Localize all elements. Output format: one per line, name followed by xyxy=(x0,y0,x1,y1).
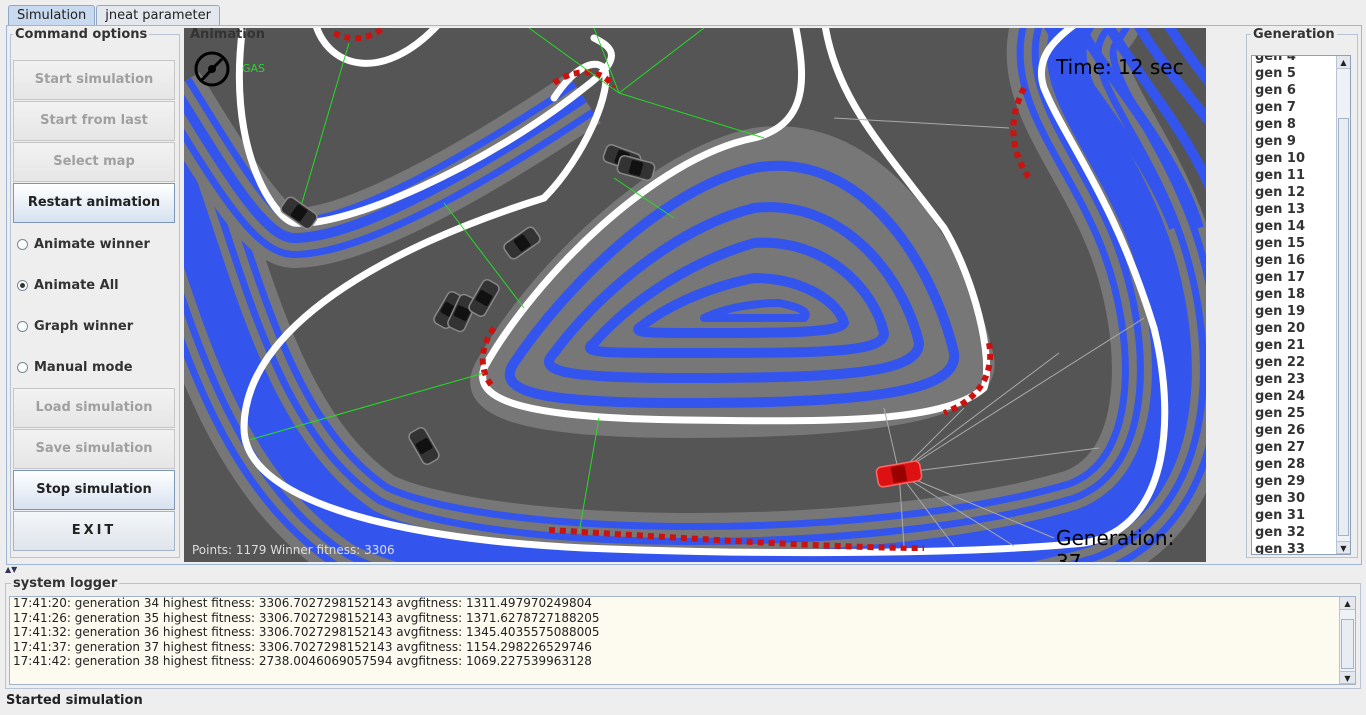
race-track xyxy=(184,28,1206,562)
animate-winner-label: Animate winner xyxy=(34,236,150,252)
sensor-line-winner xyxy=(898,447,1100,474)
radio-indicator xyxy=(17,238,28,250)
manual-mode-radio[interactable]: Manual mode xyxy=(17,358,133,376)
generation-scrollbar[interactable]: ▲ ▼ xyxy=(1336,56,1350,554)
log-line: 17:41:42: generation 38 highest fitness:… xyxy=(13,654,592,668)
select-map-button[interactable]: Select map xyxy=(13,142,175,182)
animation-canvas[interactable]: GAS Time: 12 sec Generation: 37 Points: … xyxy=(184,28,1206,562)
exit-button[interactable]: EXIT xyxy=(13,511,175,551)
generation-display: Generation: 37 xyxy=(1056,526,1175,562)
scroll-down-icon[interactable]: ▼ xyxy=(1340,671,1355,684)
points-display: Points: 1179 Winner fitness: 3306 xyxy=(192,543,395,557)
steering-wheel-icon xyxy=(194,51,230,87)
animation-title: Animation xyxy=(190,27,265,42)
log-text-area[interactable]: 17:41:20: generation 34 highest fitness:… xyxy=(9,596,1356,685)
save-simulation-button[interactable]: Save simulation xyxy=(13,429,175,469)
command-options-title: Command options xyxy=(13,27,150,42)
logger-title: system logger xyxy=(11,576,120,591)
scroll-thumb[interactable] xyxy=(1338,118,1349,536)
start-from-last-button[interactable]: Start from last xyxy=(13,101,175,141)
sensor-line-winner xyxy=(833,117,1010,129)
scroll-up-icon[interactable]: ▲ xyxy=(1337,56,1350,69)
log-line: 17:41:37: generation 37 highest fitness:… xyxy=(13,639,592,654)
car xyxy=(616,155,656,181)
log-lines: 17:41:20: generation 34 highest fitness:… xyxy=(10,596,1355,669)
curb-top-left xyxy=(332,28,388,42)
scroll-down-icon[interactable]: ▼ xyxy=(1337,541,1350,554)
start-simulation-button[interactable]: Start simulation xyxy=(13,60,175,100)
tab-simulation[interactable]: Simulation xyxy=(8,5,96,25)
sensor-line xyxy=(618,92,765,139)
stop-simulation-button[interactable]: Stop simulation xyxy=(13,470,175,510)
log-line: 17:41:26: generation 35 highest fitness:… xyxy=(13,610,600,625)
graph-winner-radio[interactable]: Graph winner xyxy=(17,317,133,335)
car xyxy=(503,226,541,260)
radio-indicator xyxy=(17,361,28,373)
radio-indicator xyxy=(17,279,28,291)
time-display: Time: 12 sec xyxy=(1056,55,1184,79)
restart-animation-button[interactable]: Restart animation xyxy=(13,183,175,223)
car xyxy=(408,426,440,466)
animate-all-radio[interactable]: Animate All xyxy=(17,276,119,294)
log-line: 17:41:20: generation 34 highest fitness:… xyxy=(13,596,592,610)
sensor-line xyxy=(618,28,705,94)
manual-mode-label: Manual mode xyxy=(34,359,133,375)
generation-title: Generation xyxy=(1251,27,1337,42)
status-text: Started simulation xyxy=(6,693,143,708)
graph-winner-label: Graph winner xyxy=(34,318,134,334)
animate-all-label: Animate All xyxy=(34,277,119,293)
load-simulation-button[interactable]: Load simulation xyxy=(13,388,175,428)
scroll-thumb[interactable] xyxy=(1341,619,1354,669)
splitter[interactable] xyxy=(0,566,1366,574)
radio-indicator xyxy=(17,320,28,332)
log-line: 17:41:32: generation 36 highest fitness:… xyxy=(13,625,600,639)
gas-label: GAS xyxy=(242,62,266,75)
log-scrollbar[interactable]: ▲ ▼ xyxy=(1339,597,1355,684)
tab-jneat-parameter[interactable]: jneat parameter xyxy=(96,5,220,25)
animate-winner-radio[interactable]: Animate winner xyxy=(17,235,150,253)
tab-bar: Simulation jneat parameter xyxy=(8,5,221,25)
sensor-line xyxy=(298,42,350,214)
splitter-arrows-icon[interactable]: ▲▼ xyxy=(5,566,17,574)
scroll-up-icon[interactable]: ▲ xyxy=(1340,597,1355,610)
generation-list[interactable]: gen 4 gen 5 gen 6 gen 7 gen 8 gen 9 gen 10 gen … xyxy=(1251,55,1351,555)
